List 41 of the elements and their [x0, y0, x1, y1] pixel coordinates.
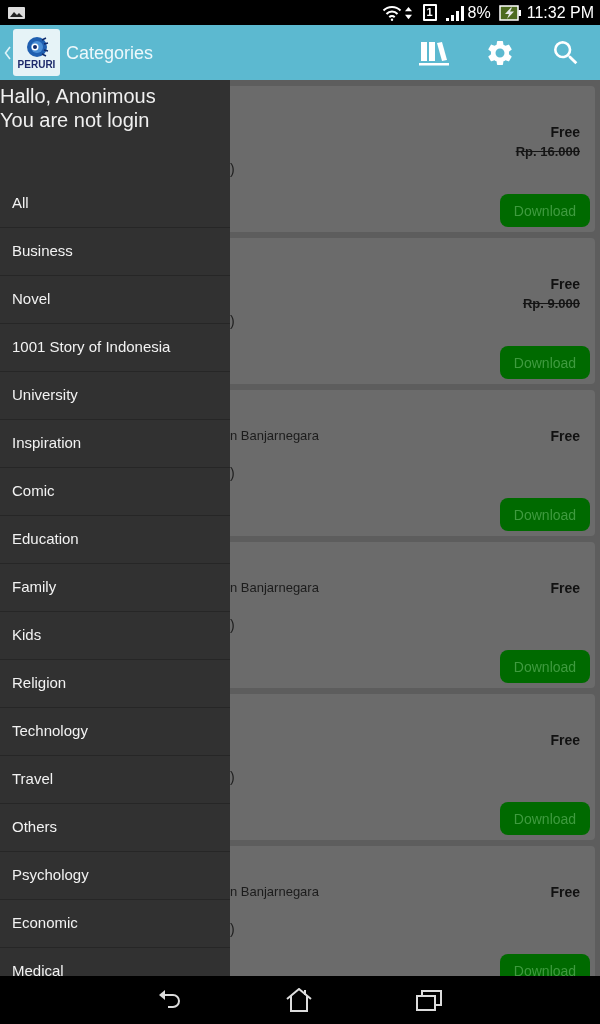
chevron-left-icon[interactable] [4, 45, 11, 60]
book-card[interactable]: ) Free Rp. 9.000 Download [230, 238, 595, 384]
price-text: Free [550, 579, 580, 598]
clock-text: 11:32 PM [526, 4, 594, 21]
book-text-fragment: ) [230, 160, 235, 179]
book-author-text: n Banjarnegara [230, 883, 319, 901]
wifi-icon [381, 4, 402, 21]
book-card[interactable]: n Banjarnegara ) Free Download [230, 542, 595, 688]
book-text-fragment: ) [230, 920, 235, 939]
book-text-fragment: ) [230, 312, 235, 331]
book-card[interactable]: ) Free Rp. 16.000 Download [230, 86, 595, 232]
original-price-text: Rp. 16.000 [515, 143, 580, 161]
price-text: Free [550, 275, 580, 294]
book-text-fragment: ) [230, 616, 235, 635]
app-logo[interactable]: PERURI [13, 29, 60, 76]
logo-text: PERURI [17, 59, 56, 70]
original-price-text: Rp. 9.000 [522, 295, 580, 313]
price-text: Free [550, 427, 580, 446]
data-transfer-icon [404, 5, 412, 20]
battery-percent-text: 8% [467, 4, 491, 21]
back-icon[interactable] [158, 990, 182, 1010]
recent-apps-icon[interactable] [416, 989, 442, 1011]
logo-emblem-icon [24, 35, 49, 58]
screen-title: Categories [66, 43, 154, 62]
book-author-text: n Banjarnegara [230, 579, 319, 597]
price-text: Free [550, 123, 580, 142]
home-icon[interactable] [286, 988, 312, 1012]
signal-icon [445, 4, 464, 21]
book-card[interactable]: n Banjarnegara ) Free Download [230, 390, 595, 536]
sim-slot-indicator: 1 [422, 4, 437, 21]
battery-charging-icon [498, 4, 521, 21]
book-text-fragment: ) [230, 464, 235, 483]
price-text: Free [550, 731, 580, 750]
book-card[interactable]: n Banjarnegara ) Free Download [230, 846, 595, 976]
book-card[interactable]: ) Free Download [230, 694, 595, 840]
book-author-text: n Banjarnegara [230, 427, 319, 445]
greeting-text: Hallo, Anonimous [0, 84, 156, 108]
image-notification-icon [8, 6, 25, 19]
login-status-text: You are not login [0, 108, 150, 132]
book-text-fragment: ) [230, 768, 235, 787]
price-text: Free [550, 883, 580, 902]
